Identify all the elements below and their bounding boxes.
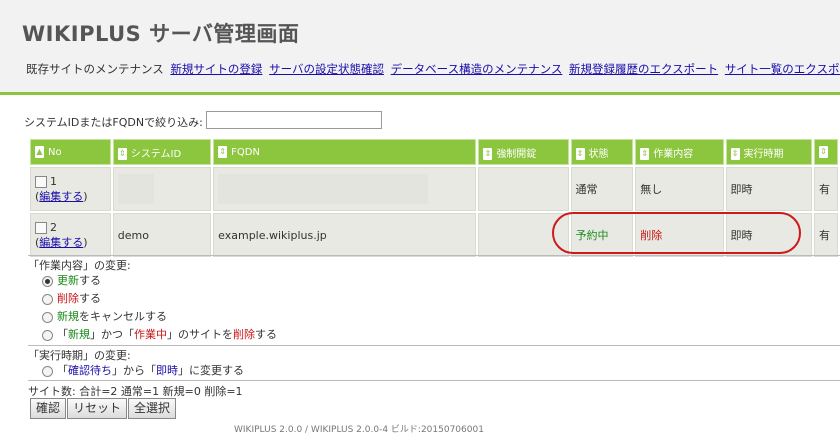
edit-link[interactable]: 編集する <box>39 236 83 249</box>
task-option-cancel-new[interactable]: 新規をキャンセルする <box>42 308 277 326</box>
page-title: WIKIPLUS サーバ管理画面 <box>22 22 300 46</box>
nav-current: 既存サイトのメンテナンス <box>26 62 164 76</box>
cell-fqdn: example.wikiplus.jp <box>213 213 477 257</box>
action-buttons: 確認 リセット 全選択 <box>30 397 177 419</box>
task-option-update[interactable]: 更新する <box>42 272 277 290</box>
main-nav: 既存サイトのメンテナンス 新規サイトの登録 サーバの設定状態確認 データベース構… <box>26 61 840 77</box>
timing-change-title: 「実行時期」の変更: <box>28 349 131 362</box>
radio-button[interactable] <box>42 293 53 305</box>
nav-link-export-history[interactable]: 新規登録履歴のエクスポート <box>569 62 718 76</box>
task-change-options: 更新する 削除する 新規をキャンセルする 「新規」かつ「作業中」のサイトを削除す… <box>42 272 277 344</box>
cell-extra: 有 <box>814 213 838 257</box>
task-change-title: 「作業内容」の変更: <box>28 259 131 272</box>
radio-button[interactable] <box>42 311 53 323</box>
sort-icon: ⇕ <box>640 147 650 160</box>
cell-system-id <box>112 167 212 211</box>
col-no[interactable]: ▲ No <box>30 139 111 165</box>
nav-link-db-maintenance[interactable]: データベース構造のメンテナンス <box>391 62 563 76</box>
cell-system-id: demo <box>112 213 212 257</box>
sort-icon: ⇕ <box>218 146 228 158</box>
sort-icon: ⇕ <box>483 147 493 160</box>
divider <box>28 345 840 346</box>
page-header: WIKIPLUS サーバ管理画面 既存サイトのメンテナンス 新規サイトの登録 サ… <box>0 0 840 95</box>
col-status[interactable]: ⇕ 状態 <box>570 139 634 165</box>
col-task[interactable]: ⇕ 作業内容 <box>635 139 724 165</box>
cell-task: 無し <box>635 167 724 211</box>
cell-extra: 有 <box>814 167 838 211</box>
cell-force-unlock <box>478 167 569 211</box>
filter-label: システムIDまたはFQDNで絞り込み: <box>24 116 203 129</box>
divider <box>28 380 840 381</box>
cell-timing: 即時 <box>725 167 812 211</box>
sort-icon: ⇕ <box>575 147 585 160</box>
filter-row: システムIDまたはFQDNで絞り込み: <box>24 111 382 130</box>
redacted-block <box>117 174 154 204</box>
table-header-row: ▲ No ⇕ システムID ⇕ FQDN ⇕ 強制開錠 ⇕ 状態 ⇕ 作業内容 ⇕ 実行時期 … <box>30 139 838 165</box>
nav-link-new-site[interactable]: 新規サイトの登録 <box>170 62 262 76</box>
edit-link[interactable]: 編集する <box>39 190 83 203</box>
sort-icon: ⇕ <box>730 147 740 160</box>
timing-change-options: 「確認待ち」から「即時」に変更する <box>42 362 244 380</box>
col-fqdn[interactable]: ⇕ FQDN <box>213 139 477 165</box>
cell-fqdn <box>213 167 477 211</box>
row-checkbox[interactable] <box>35 175 47 188</box>
table-row: 1 (編集する) 通常 無し 即時 有 <box>30 167 838 211</box>
nav-link-server-config[interactable]: サーバの設定状態確認 <box>269 62 384 76</box>
col-system-id[interactable]: ⇕ システムID <box>112 139 212 165</box>
divider <box>28 255 840 256</box>
col-timing[interactable]: ⇕ 実行時期 <box>725 139 812 165</box>
sort-icon: ▲ <box>35 146 44 158</box>
col-extra[interactable]: ⇕ <box>814 139 838 165</box>
radio-button[interactable] <box>42 365 53 377</box>
timing-option-immediate[interactable]: 「確認待ち」から「即時」に変更する <box>42 362 244 380</box>
task-option-delete[interactable]: 削除する <box>42 290 277 308</box>
cell-no: 1 (編集する) <box>30 167 111 211</box>
nav-link-export-sites[interactable]: サイト一覧のエクスポート <box>725 62 840 76</box>
sort-icon: ⇕ <box>819 146 828 158</box>
filter-input[interactable] <box>206 111 382 129</box>
radio-button[interactable] <box>42 329 53 341</box>
highlight-annotation <box>552 212 801 254</box>
radio-button[interactable] <box>42 275 53 287</box>
confirm-button[interactable]: 確認 <box>30 398 67 419</box>
reset-button[interactable]: リセット <box>67 398 128 419</box>
col-force-unlock[interactable]: ⇕ 強制開錠 <box>478 139 569 165</box>
cell-status: 通常 <box>570 167 634 211</box>
sort-icon: ⇕ <box>117 147 127 160</box>
task-option-delete-working[interactable]: 「新規」かつ「作業中」のサイトを削除する <box>42 326 277 344</box>
redacted-block <box>218 174 429 204</box>
footer-version: WIKIPLUS 2.0.0 / WIKIPLUS 2.0.0-4 ビルド:20… <box>234 425 484 435</box>
select-all-button[interactable]: 全選択 <box>128 398 177 419</box>
row-checkbox[interactable] <box>35 221 47 234</box>
cell-no: 2 (編集する) <box>30 213 111 257</box>
